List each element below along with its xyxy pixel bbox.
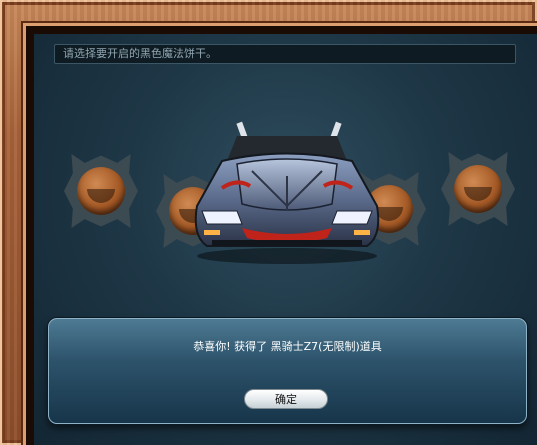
- prompt-text: 请选择要开启的黑色魔法饼干。: [63, 47, 217, 60]
- cookie-slot-4[interactable]: [441, 152, 515, 226]
- cookie-icon: [454, 165, 502, 213]
- cookie-stage: 请选择要开启的黑色魔法饼干。 恭喜你! 获得了 黑骑士Z7(无限制)道具 确定: [34, 34, 537, 445]
- prompt-bar: 请选择要开启的黑色魔法饼干。: [54, 44, 516, 64]
- reward-message: 恭喜你! 获得了 黑骑士Z7(无限制)道具: [193, 340, 382, 353]
- cookie-slot-1[interactable]: [64, 154, 138, 228]
- confirm-button[interactable]: 确定: [244, 389, 328, 409]
- reward-dialog: 恭喜你! 获得了 黑骑士Z7(无限制)道具 确定: [48, 318, 527, 424]
- car-icon: [194, 121, 380, 264]
- cookie-icon: [77, 167, 125, 215]
